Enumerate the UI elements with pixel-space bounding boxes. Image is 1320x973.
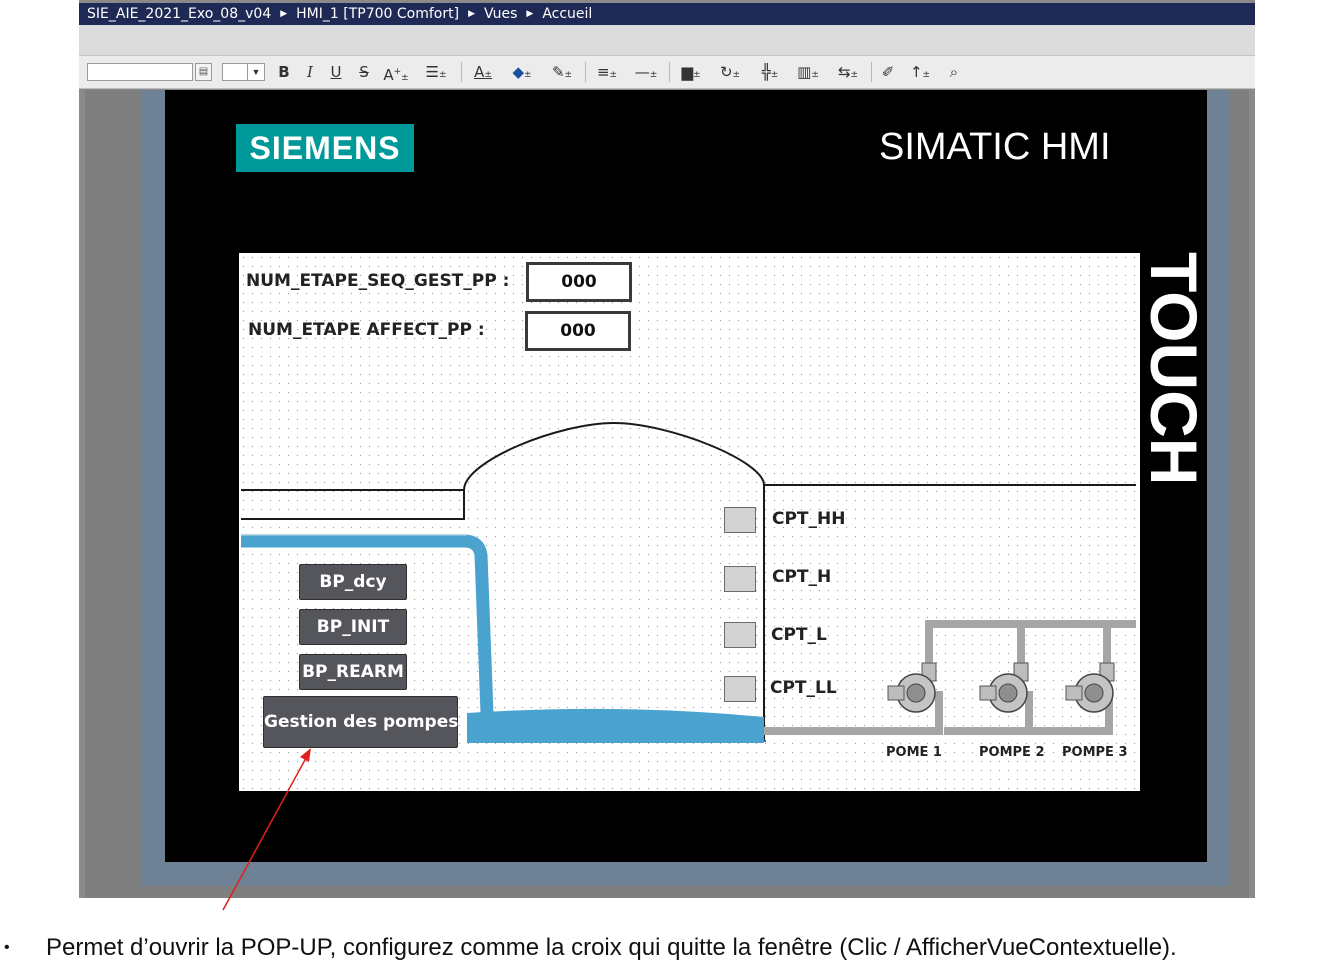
sensor-lamp-ll	[724, 676, 756, 702]
breadcrumb-project[interactable]: SIE_AIE_2021_Exo_08_v04	[87, 6, 271, 22]
same-size-icon[interactable]: ⇆±	[831, 61, 865, 83]
tab-order-icon[interactable]: ↑±	[903, 61, 937, 83]
gestion-des-pompes-button[interactable]: Gestion des pompes	[263, 696, 458, 748]
font-color-icon[interactable]: A±	[467, 61, 499, 83]
sensor-label-h: CPT_H	[772, 567, 832, 587]
align-objects-icon[interactable]: ╬±	[753, 61, 787, 83]
sensor-label-l: CPT_L	[771, 625, 827, 645]
caption-text: Permet d’ouvrir la POP-UP, configurez co…	[46, 934, 1177, 961]
line-style-icon[interactable]: —±	[629, 61, 663, 83]
sensor-label-hh: CPT_HH	[772, 509, 846, 529]
tank-dome	[463, 421, 1136, 491]
hmi-screen-accueil: NUM_ETAPE_SEQ_GEST_PP : 000 NUM_ETAPE AF…	[239, 253, 1140, 791]
sensor-lamp-l	[724, 622, 756, 648]
rotate-icon[interactable]: ↻±	[713, 61, 747, 83]
toolbar-separator	[461, 62, 462, 82]
line-color-icon[interactable]: ✎±	[545, 61, 579, 83]
zoom-icon[interactable]: ⌕	[943, 61, 965, 83]
italic-button[interactable]: I	[303, 61, 317, 83]
bold-button[interactable]: B	[277, 61, 291, 83]
chevron-right-icon: ▶	[280, 9, 288, 19]
caption: • Permet d’ouvrir la POP-UP, configurez …	[0, 934, 1320, 973]
bullet: •	[4, 939, 10, 956]
strikethrough-button[interactable]: S	[357, 61, 371, 83]
pump-2-icon	[979, 662, 1029, 713]
toolbar-separator	[585, 62, 586, 82]
pump-1-icon	[887, 662, 937, 713]
water-level	[467, 708, 764, 743]
format-painter-icon[interactable]: ✐	[877, 61, 899, 83]
underline-button[interactable]: U	[329, 61, 343, 83]
pump-1-label: POME 1	[886, 745, 942, 760]
bp-init-button[interactable]: BP_INIT	[299, 609, 407, 645]
bp-dcy-button[interactable]: BP_dcy	[299, 564, 407, 600]
line-width-icon[interactable]: ≡±	[591, 61, 623, 83]
font-size-button[interactable]: A+±	[381, 61, 411, 84]
breadcrumb-folder[interactable]: Vues	[484, 6, 517, 22]
arrange-icon[interactable]: ▆±	[675, 61, 707, 83]
toolbar-separator	[669, 62, 670, 82]
chevron-right-icon: ▶	[526, 9, 534, 19]
chevron-down-icon: ▼	[247, 64, 264, 80]
sensor-lamp-h	[724, 566, 756, 592]
toolbar-separator	[871, 62, 872, 82]
chevron-right-icon: ▶	[468, 9, 475, 19]
pump-3-label: POMPE 3	[1062, 745, 1128, 760]
font-size-select[interactable]: ▼	[222, 63, 265, 81]
format-toolbar: ▤ ▼ B I U S A+± ☰± A± ◆± ✎± ≡± —± ▆± ↻± …	[79, 56, 1255, 89]
font-name-input[interactable]	[87, 63, 193, 81]
fill-color-icon[interactable]: ◆±	[505, 61, 539, 83]
tia-portal-window: SIE_AIE_2021_Exo_08_v04 ▶ HMI_1 [TP700 C…	[79, 0, 1255, 898]
align-icon[interactable]: ☰±	[419, 61, 453, 83]
breadcrumb: SIE_AIE_2021_Exo_08_v04 ▶ HMI_1 [TP700 C…	[79, 3, 1255, 25]
font-picker-icon[interactable]: ▤	[195, 63, 212, 81]
sensor-lamp-hh	[724, 507, 756, 533]
bp-rearm-button[interactable]: BP_REARM	[299, 654, 407, 690]
pump-3-icon	[1065, 662, 1115, 713]
touch-label: TOUCH	[1137, 252, 1211, 486]
distribute-icon[interactable]: ▥±	[791, 61, 825, 83]
breadcrumb-device[interactable]: HMI_1 [TP700 Comfort]	[296, 6, 459, 22]
siemens-logo: SIEMENS	[236, 124, 414, 172]
inlet-pipe	[241, 489, 465, 520]
simatic-hmi-label: SIMATIC HMI	[879, 126, 1111, 168]
pump-2-label: POMPE 2	[979, 745, 1045, 760]
editor-tab-strip	[79, 25, 1255, 56]
sensor-label-ll: CPT_LL	[770, 678, 837, 698]
breadcrumb-screen[interactable]: Accueil	[542, 6, 592, 22]
